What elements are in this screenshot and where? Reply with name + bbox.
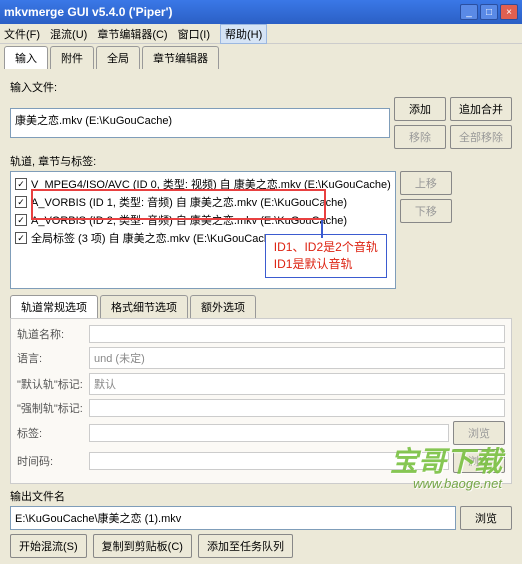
forced-flag-label: "强制轨"标记: [17, 400, 85, 416]
track-options-form: 轨道名称: 语言:und (未定) "默认轨"标记:默认 "强制轨"标记: 标签… [10, 318, 512, 484]
input-panel: 输入文件: 康美之恋.mkv (E:\KuGouCache) 添加 追加合并 移… [4, 69, 518, 564]
move-up-button[interactable]: 上移 [400, 171, 452, 195]
tab-detail[interactable]: 格式细节选项 [100, 295, 188, 318]
menu-mux[interactable]: 混流(U) [50, 26, 87, 42]
checkbox-icon[interactable]: ✓ [15, 196, 27, 208]
menu-window[interactable]: 窗口(I) [178, 26, 210, 42]
copy-cli-button[interactable]: 复制到剪贴板(C) [93, 534, 192, 558]
tab-general[interactable]: 轨道常规选项 [10, 295, 98, 318]
annotation-connector [321, 220, 323, 238]
default-flag-label: "默认轨"标记: [17, 376, 85, 392]
timecodes-label: 时间码: [17, 453, 85, 469]
move-down-button[interactable]: 下移 [400, 199, 452, 223]
tab-extra[interactable]: 额外选项 [190, 295, 256, 318]
tab-input[interactable]: 输入 [4, 46, 48, 69]
remove-all-button[interactable]: 全部移除 [450, 125, 512, 149]
language-label: 语言: [17, 350, 85, 366]
timecodes-field[interactable] [89, 452, 449, 470]
input-files-label: 输入文件: [10, 79, 512, 95]
tags-field[interactable] [89, 424, 449, 442]
checkbox-icon[interactable]: ✓ [15, 178, 27, 190]
maximize-button[interactable]: □ [480, 4, 498, 20]
window-title: mkvmerge GUI v5.4.0 ('Piper') [4, 5, 458, 19]
menu-chapter-editor[interactable]: 章节编辑器(C) [97, 26, 167, 42]
tags-label: 标签: [17, 425, 85, 441]
start-mux-button[interactable]: 开始混流(S) [10, 534, 87, 558]
track-name-label: 轨道名称: [17, 326, 85, 342]
menubar: 文件(F) 混流(U) 章节编辑器(C) 窗口(I) 帮助(H) [0, 24, 522, 44]
main-tabs: 输入 附件 全局 章节编辑器 [4, 46, 518, 69]
forced-flag-select[interactable] [89, 399, 505, 417]
annotation-box-tracks [31, 189, 326, 220]
tab-attach[interactable]: 附件 [50, 46, 94, 69]
tab-global[interactable]: 全局 [96, 46, 140, 69]
default-flag-select[interactable]: 默认 [89, 373, 505, 395]
tab-chapter[interactable]: 章节编辑器 [142, 46, 219, 69]
add-button[interactable]: 添加 [394, 97, 446, 121]
browse-output-button[interactable]: 浏览 [460, 506, 512, 530]
output-filename-field[interactable]: E:\KuGouCache\康美之恋 (1).mkv [10, 506, 456, 530]
add-queue-button[interactable]: 添加至任务队列 [198, 534, 293, 558]
menu-help[interactable]: 帮助(H) [220, 24, 267, 44]
remove-button[interactable]: 移除 [394, 125, 446, 149]
close-button[interactable]: × [500, 4, 518, 20]
browse-tags-button[interactable]: 浏览 [453, 421, 505, 445]
tracks-list[interactable]: ✓V_MPEG4/ISO/AVC (ID 0, 类型: 视频) 自 康美之恋.m… [10, 171, 396, 289]
append-button[interactable]: 追加合并 [450, 97, 512, 121]
tracks-label: 轨道, 章节与标签: [10, 153, 512, 169]
checkbox-icon[interactable]: ✓ [15, 232, 27, 244]
input-files-list[interactable]: 康美之恋.mkv (E:\KuGouCache) [10, 108, 390, 138]
browse-timecodes-button[interactable]: 浏览 [453, 449, 505, 473]
checkbox-icon[interactable]: ✓ [15, 214, 27, 226]
track-name-field[interactable] [89, 325, 505, 343]
minimize-button[interactable]: _ [460, 4, 478, 20]
language-select[interactable]: und (未定) [89, 347, 505, 369]
annotation-text: ID1、ID2是2个音轨 ID1是默认音轨 [265, 234, 387, 278]
track-option-tabs: 轨道常规选项 格式细节选项 额外选项 [10, 295, 512, 318]
titlebar: mkvmerge GUI v5.4.0 ('Piper') _ □ × [0, 0, 522, 24]
output-filename-label: 输出文件名 [10, 488, 512, 504]
menu-file[interactable]: 文件(F) [4, 26, 40, 42]
